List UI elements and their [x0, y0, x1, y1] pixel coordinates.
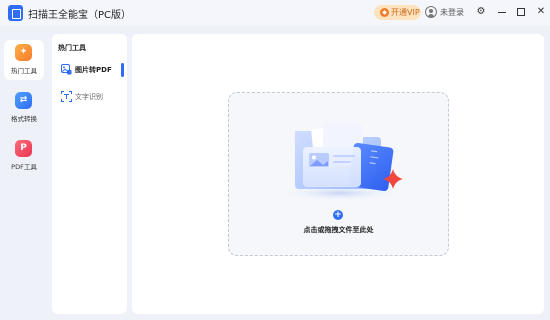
sidebar-item-label: 格式转换 [11, 115, 37, 123]
sidebar-item-label: 热门工具 [11, 67, 37, 75]
maximize-icon [517, 8, 525, 16]
text-scan-icon [61, 91, 72, 102]
main-content: + 点击或拖拽文件至此处 [132, 34, 544, 314]
settings-gear-icon[interactable]: ⚙ [473, 4, 489, 20]
tool-item-text-recognition[interactable]: 文字识别 [52, 88, 127, 106]
sidebar-rail: ✦ 热门工具 ⇄ 格式转换 P PDF工具 [0, 26, 48, 320]
minimize-icon [498, 12, 506, 14]
maximize-button[interactable] [513, 4, 529, 20]
tool-item-label: 图片转PDF [75, 66, 112, 74]
app-title: 扫描王全能宝（PC版） [28, 10, 132, 21]
sidebar-item-pdf-tools[interactable]: P PDF工具 [4, 136, 44, 176]
diamond-icon: ◆ [380, 8, 389, 17]
tools-panel: 热门工具 图片转PDF 文字识别 [52, 34, 127, 314]
login-label: 未登录 [440, 8, 464, 17]
tool-item-image-to-pdf[interactable]: 图片转PDF [52, 61, 127, 79]
convert-icon: ⇄ [15, 92, 32, 109]
file-drop-zone[interactable]: + 点击或拖拽文件至此处 [228, 92, 449, 256]
fire-icon: ✦ [15, 44, 32, 61]
minimize-button[interactable] [494, 4, 510, 20]
add-file-plus-icon[interactable]: + [333, 210, 343, 220]
folder-illustration-icon [278, 123, 403, 201]
vip-button[interactable]: ◆ 开通VIP [374, 5, 421, 20]
title-bar: 扫描王全能宝（PC版） ◆ 开通VIP 未登录 ⚙ ✕ [0, 0, 550, 26]
panel-heading: 热门工具 [58, 44, 86, 52]
app-logo-icon [8, 5, 23, 21]
vip-button-label: 开通VIP [391, 8, 420, 17]
image-to-pdf-icon [61, 64, 72, 75]
user-icon [425, 6, 437, 18]
active-indicator [121, 63, 124, 77]
sidebar-item-format-convert[interactable]: ⇄ 格式转换 [4, 88, 44, 128]
pdf-icon: P [15, 140, 32, 157]
tool-item-label: 文字识别 [75, 93, 103, 101]
sidebar-item-label: PDF工具 [11, 163, 37, 171]
drop-zone-text: 点击或拖拽文件至此处 [303, 226, 374, 234]
close-button[interactable]: ✕ [533, 4, 549, 20]
sidebar-item-hot-tools[interactable]: ✦ 热门工具 [4, 40, 44, 80]
